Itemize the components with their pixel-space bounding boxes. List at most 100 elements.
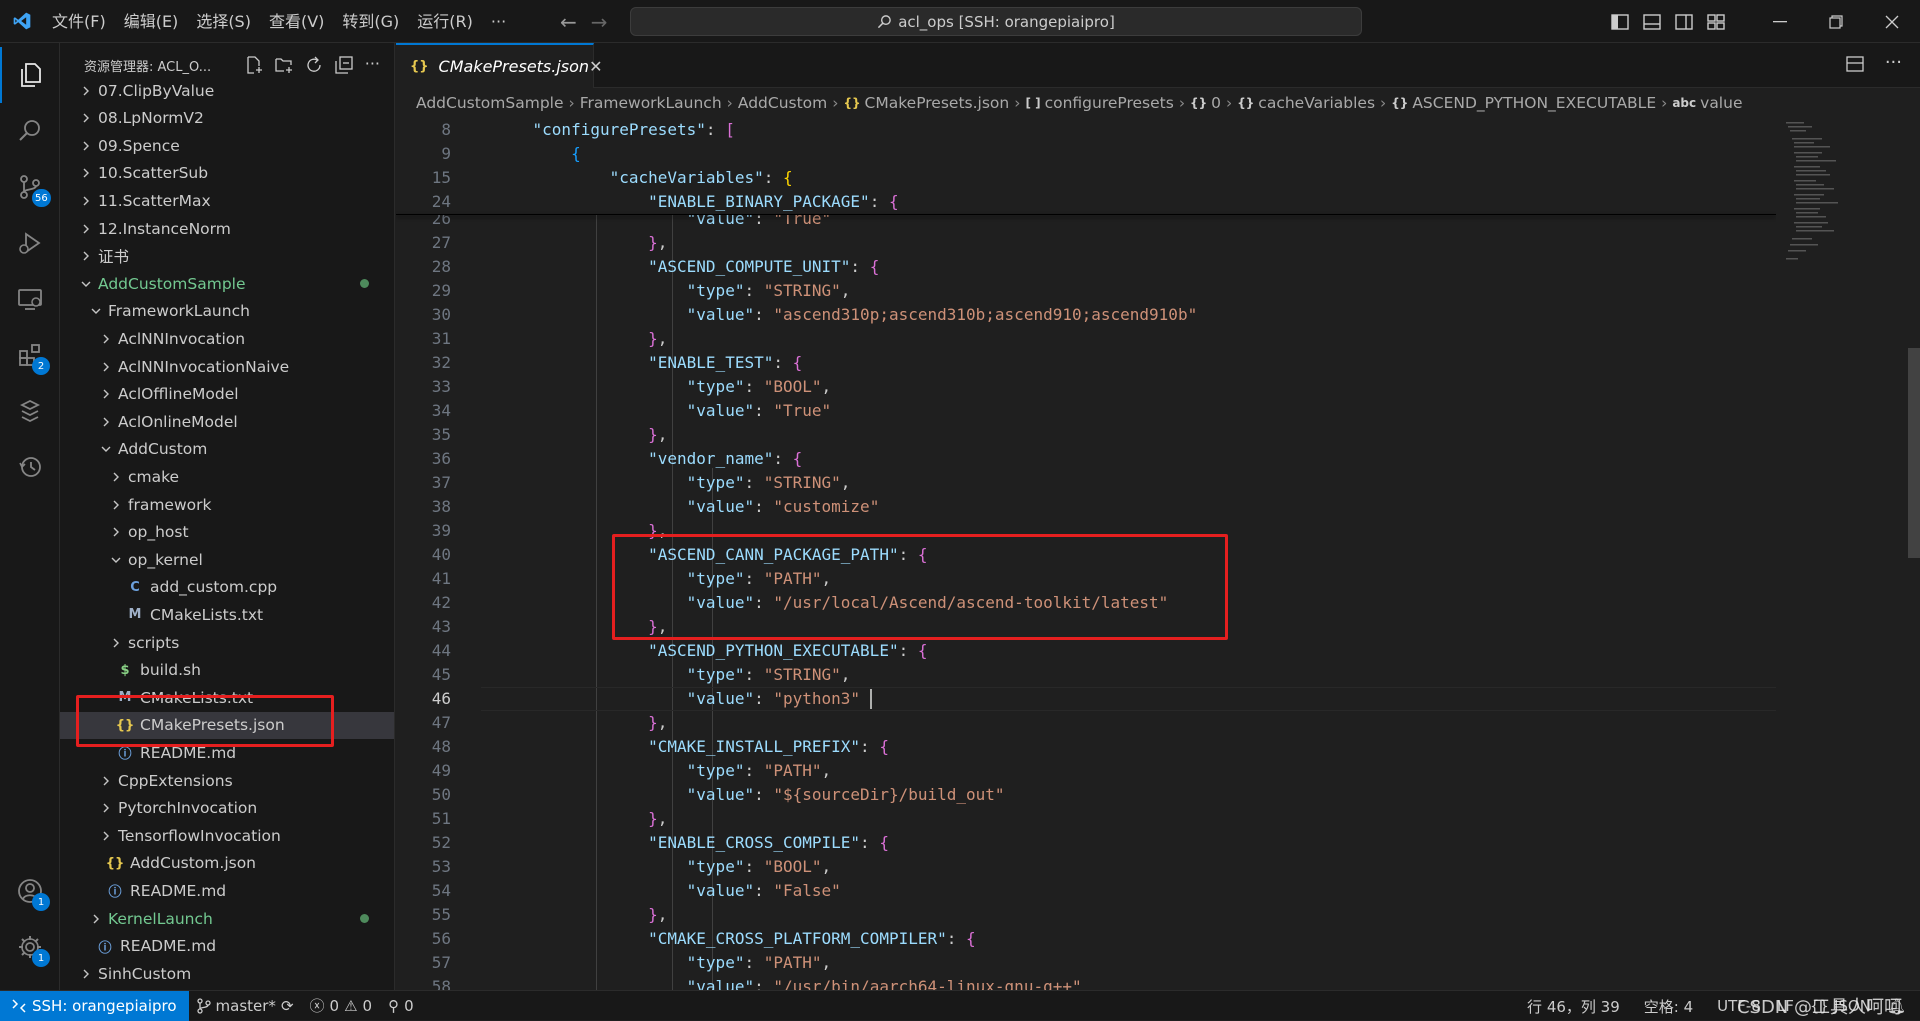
refresh-icon[interactable] [305, 56, 323, 74]
tree-folder[interactable]: op_host [60, 519, 394, 546]
tree-folder[interactable]: 09.Spence [60, 132, 394, 159]
tree-folder[interactable]: 08.LpNormV2 [60, 105, 394, 132]
chevron-right-icon[interactable] [78, 223, 94, 235]
vertical-scrollbar[interactable] [1908, 118, 1920, 990]
tree-folder[interactable]: SinhCustom [60, 960, 394, 987]
tree-file[interactable]: Cadd_custom.cpp [60, 574, 394, 601]
chevron-down-icon[interactable] [98, 443, 114, 455]
chevron-right-icon[interactable] [78, 250, 94, 262]
toggle-secondary-sidebar-icon[interactable] [1668, 0, 1700, 43]
close-tab-icon[interactable]: ✕ [589, 57, 602, 76]
split-editor-icon[interactable] [1846, 55, 1864, 77]
tree-folder[interactable]: FrameworkLaunch [60, 298, 394, 325]
chevron-right-icon[interactable] [78, 112, 94, 124]
collapse-all-icon[interactable] [335, 56, 353, 74]
tree-file[interactable]: $ build.sh [60, 657, 394, 684]
code-editor[interactable]: 26 "value": "True" 27 }, 28 "ASCEND_COMPUT… [396, 118, 1776, 990]
breadcrumb-item[interactable]: 0 [1211, 94, 1221, 112]
chevron-down-icon[interactable] [78, 278, 94, 290]
tree-folder[interactable]: CppExtensions [60, 767, 394, 794]
tree-file[interactable]: M CMakeLists.txt [60, 601, 394, 628]
sync-icon[interactable]: ⟳ [281, 997, 294, 1015]
chevron-right-icon[interactable] [98, 802, 114, 814]
forward-arrow-icon[interactable]: → [591, 10, 608, 34]
menu-run[interactable]: 运行(R) [408, 0, 482, 43]
tree-folder[interactable]: 07.ClipByValue [60, 77, 394, 104]
tree-file[interactable]: {} AddCustom.json [60, 850, 394, 877]
problems-indicator[interactable]: ⓧ 0 ⚠ 0 [302, 995, 381, 1016]
chevron-right-icon[interactable] [78, 140, 94, 152]
timeline-icon[interactable] [0, 439, 60, 495]
customize-layout-icon[interactable] [1700, 0, 1732, 43]
new-file-icon[interactable] [245, 56, 263, 74]
minimize-icon[interactable] [1752, 0, 1808, 43]
editor-more-actions-icon[interactable]: ··· [1885, 52, 1902, 73]
breadcrumb-item[interactable]: AddCustom [738, 94, 827, 112]
chevron-down-icon[interactable] [88, 305, 104, 317]
tree-folder[interactable]: KernelLaunch [60, 905, 394, 932]
chevron-right-icon[interactable] [108, 499, 124, 511]
back-arrow-icon[interactable]: ← [560, 10, 577, 34]
git-branch-indicator[interactable]: master* ⟳ [189, 997, 302, 1015]
tree-file[interactable]: ⓘ README.md [60, 877, 394, 904]
breadcrumb-item[interactable]: value [1700, 94, 1742, 112]
command-center-search[interactable]: acl_ops [SSH: orangepiaipro] [630, 7, 1362, 36]
chevron-right-icon[interactable] [78, 968, 94, 980]
tree-folder[interactable]: 12.InstanceNorm [60, 215, 394, 242]
chevron-right-icon[interactable] [98, 830, 114, 842]
tree-folder[interactable]: cmake [60, 463, 394, 490]
tree-folder[interactable]: scripts [60, 629, 394, 656]
chevron-down-icon[interactable] [108, 554, 124, 566]
chevron-right-icon[interactable] [108, 471, 124, 483]
remote-explorer-icon[interactable] [0, 271, 60, 327]
menu-selection[interactable]: 选择(S) [187, 0, 260, 43]
chevron-right-icon[interactable] [98, 361, 114, 373]
settings-gear-icon[interactable]: 1 [0, 919, 60, 975]
accounts-icon[interactable]: 1 [0, 863, 60, 919]
restore-icon[interactable] [1808, 0, 1864, 43]
cursor-position[interactable]: 行 46，列 39 [1519, 996, 1628, 1017]
chevron-right-icon[interactable] [108, 526, 124, 538]
tree-folder[interactable]: PytorchInvocation [60, 795, 394, 822]
tree-file[interactable]: ⓘ README.md [60, 933, 394, 960]
tree-folder[interactable]: op_kernel [60, 546, 394, 573]
breadcrumb-item[interactable]: FrameworkLaunch [580, 94, 722, 112]
tab-cmakepresets-json[interactable]: {} CMakePresets.json ✕ [396, 43, 602, 88]
chevron-right-icon[interactable] [98, 775, 114, 787]
testing-icon[interactable] [0, 383, 60, 439]
tree-folder[interactable]: 11.ScatterMax [60, 187, 394, 214]
breadcrumb-item[interactable]: AddCustomSample [416, 94, 564, 112]
tree-folder[interactable]: TensorflowInvocation [60, 822, 394, 849]
tree-folder[interactable]: framework [60, 491, 394, 518]
scrollbar-thumb[interactable] [1908, 348, 1920, 558]
tree-folder[interactable]: 证书 [60, 243, 394, 270]
chevron-right-icon[interactable] [78, 85, 94, 97]
remote-indicator[interactable]: SSH: orangepiaipro [0, 990, 189, 1021]
chevron-right-icon[interactable] [98, 416, 114, 428]
tree-folder[interactable]: 10.ScatterSub [60, 160, 394, 187]
tree-folder[interactable]: AclOfflineModel [60, 381, 394, 408]
breadcrumb-item[interactable]: cacheVariables [1258, 94, 1375, 112]
tree-folder[interactable]: AddCustom [60, 436, 394, 463]
close-window-icon[interactable] [1864, 0, 1920, 43]
tree-folder[interactable]: AclNNInvocationNaive [60, 353, 394, 380]
menu-file[interactable]: 文件(F) [43, 0, 115, 43]
chevron-right-icon[interactable] [98, 333, 114, 345]
breadcrumb-item[interactable]: ASCEND_PYTHON_EXECUTABLE [1412, 94, 1656, 112]
new-folder-icon[interactable] [275, 56, 293, 74]
more-actions-icon[interactable]: ··· [365, 56, 380, 74]
chevron-right-icon[interactable] [108, 637, 124, 649]
source-control-icon[interactable]: 56 [0, 159, 60, 215]
menu-view[interactable]: 查看(V) [260, 0, 333, 43]
explorer-icon[interactable] [0, 47, 60, 103]
minimap[interactable] [1776, 118, 1906, 990]
menu-go[interactable]: 转到(G) [333, 0, 408, 43]
menu-more[interactable]: ··· [482, 0, 515, 43]
tree-folder[interactable]: AclNNInvocation [60, 325, 394, 352]
extensions-icon[interactable]: 2 [0, 327, 60, 383]
breadcrumb-item[interactable]: configurePresets [1045, 94, 1174, 112]
menu-edit[interactable]: 编辑(E) [115, 0, 188, 43]
search-icon[interactable] [0, 103, 60, 159]
chevron-right-icon[interactable] [78, 167, 94, 179]
toggle-panel-icon[interactable] [1636, 0, 1668, 43]
